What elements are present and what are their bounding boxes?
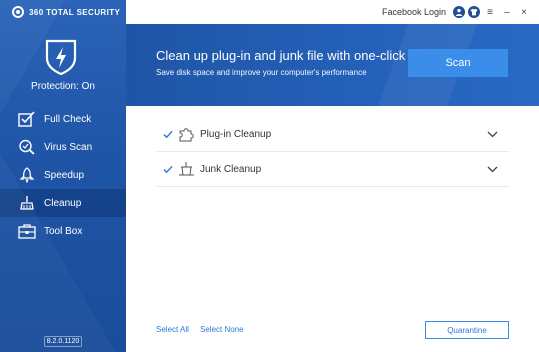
banner: Clean up plug-in and junk file with one-…	[126, 24, 539, 106]
sidebar-item-label: Tool Box	[44, 225, 83, 237]
sidebar-item-speedup[interactable]: Speedup	[0, 161, 126, 189]
toolbox-icon	[17, 222, 37, 240]
version-label: 8.2.0.1120	[44, 336, 82, 347]
list-item-label: Junk Cleanup	[200, 163, 262, 175]
shield-lightning-icon[interactable]	[44, 38, 78, 76]
sidebar-item-tool-box[interactable]: Tool Box	[0, 217, 126, 245]
close-icon[interactable]: ×	[517, 7, 531, 18]
virus-scan-icon	[17, 138, 37, 156]
user-icon[interactable]	[453, 6, 465, 18]
chevron-down-icon[interactable]	[485, 166, 499, 173]
title-bar: Facebook Login ≡ – ×	[126, 0, 539, 24]
select-all-link[interactable]: Select All	[156, 325, 189, 334]
sidebar-item-label: Cleanup	[44, 197, 82, 209]
select-none-link[interactable]: Select None	[200, 325, 244, 334]
sidebar-item-label: Full Check	[44, 113, 92, 125]
facebook-login-link[interactable]: Facebook Login	[382, 7, 446, 17]
rocket-icon	[17, 166, 37, 184]
protection-status: Protection: On	[31, 81, 95, 92]
cleanup-list: Plug-in Cleanup Junk Cleanup	[157, 117, 509, 187]
shirt-icon[interactable]	[468, 6, 480, 18]
sidebar-item-cleanup[interactable]: Cleanup	[0, 189, 126, 217]
sidebar-item-label: Virus Scan	[44, 141, 93, 153]
sidebar-nav: Full Check Virus Scan Speedup Cleanup To…	[0, 105, 126, 245]
sidebar-item-virus-scan[interactable]: Virus Scan	[0, 133, 126, 161]
sidebar-item-label: Speedup	[44, 169, 85, 181]
banner-title: Clean up plug-in and junk file with one-…	[156, 48, 406, 63]
broom-icon	[17, 194, 37, 212]
check-icon[interactable]	[163, 129, 173, 139]
brand-logo-icon	[12, 6, 24, 18]
list-item-label: Plug-in Cleanup	[200, 128, 272, 140]
banner-subtitle: Save disk space and improve your compute…	[156, 68, 367, 77]
minimize-icon[interactable]: –	[500, 7, 514, 18]
check-icon[interactable]	[163, 164, 173, 174]
brand-name: 360 TOTAL SECURITY	[29, 7, 121, 17]
menu-icon[interactable]: ≡	[483, 7, 497, 18]
sidebar: 360 TOTAL SECURITY Protection: On Full C…	[0, 0, 126, 352]
quarantine-button[interactable]: Quarantine	[425, 321, 509, 339]
chevron-down-icon[interactable]	[485, 131, 499, 138]
sidebar-item-full-check[interactable]: Full Check	[0, 105, 126, 133]
list-item-plugin-cleanup[interactable]: Plug-in Cleanup	[157, 117, 509, 152]
checkbox-icon	[17, 110, 37, 128]
list-item-junk-cleanup[interactable]: Junk Cleanup	[157, 152, 509, 187]
puzzle-icon	[177, 126, 195, 142]
trash-icon	[177, 161, 195, 177]
brand: 360 TOTAL SECURITY	[12, 5, 120, 19]
scan-button[interactable]: Scan	[408, 49, 508, 77]
